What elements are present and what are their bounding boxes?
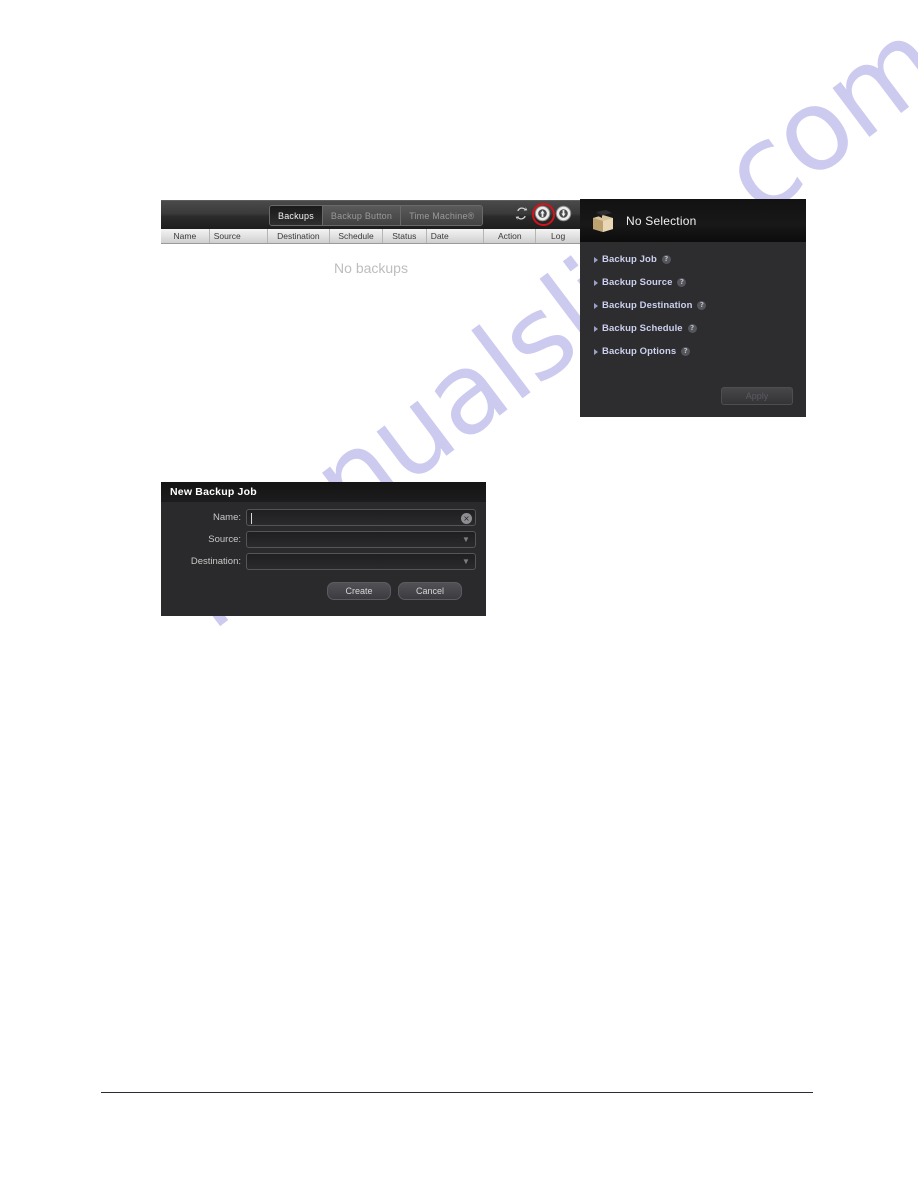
info-panel-body: Backup Job ? Backup Source ? Backup Dest… bbox=[580, 242, 806, 417]
tab-backup-button[interactable]: Backup Button bbox=[322, 206, 402, 225]
text-caret bbox=[251, 513, 252, 524]
info-panel-header: No Selection bbox=[580, 199, 806, 242]
section-label: Backup Source bbox=[602, 277, 673, 288]
column-header-source[interactable]: Source bbox=[210, 229, 268, 243]
help-icon[interactable]: ? bbox=[687, 324, 697, 333]
backup-table-header: Name Source Destination Schedule Status … bbox=[161, 229, 581, 244]
source-select[interactable]: ▼ bbox=[246, 531, 476, 548]
disclosure-triangle-icon[interactable] bbox=[594, 302, 598, 309]
column-header-status[interactable]: Status bbox=[383, 229, 427, 243]
section-backup-source[interactable]: Backup Source ? bbox=[594, 277, 806, 288]
name-field-label: Name: bbox=[213, 512, 241, 523]
section-label: Backup Job bbox=[602, 254, 657, 265]
section-label: Backup Options bbox=[602, 346, 677, 357]
tab-group: Backups Backup Button Time Machine® bbox=[269, 205, 484, 226]
dialog-title-bar: New Backup Job bbox=[161, 482, 486, 502]
new-backup-job-icon[interactable] bbox=[534, 205, 551, 222]
disclosure-triangle-icon[interactable] bbox=[594, 256, 598, 263]
help-icon[interactable]: ? bbox=[681, 347, 691, 356]
field-row-source: Source: ▼ bbox=[161, 531, 476, 548]
source-field-label: Source: bbox=[208, 534, 241, 545]
section-backup-job[interactable]: Backup Job ? bbox=[594, 254, 806, 265]
apply-button[interactable]: Apply bbox=[721, 387, 793, 405]
package-box-icon bbox=[593, 209, 613, 232]
backup-window: Backups Backup Button Time Machine® Name… bbox=[161, 200, 581, 246]
cancel-button[interactable]: Cancel bbox=[398, 582, 462, 600]
help-icon[interactable]: ? bbox=[677, 278, 687, 287]
info-panel-title: No Selection bbox=[626, 213, 697, 228]
dialog-body: Name: × Source: ▼ Destination: ▼ Create … bbox=[161, 502, 486, 600]
help-icon[interactable]: ? bbox=[697, 301, 707, 310]
footer-divider bbox=[101, 1092, 813, 1093]
destination-select[interactable]: ▼ bbox=[246, 553, 476, 570]
refresh-icon-wrap[interactable] bbox=[513, 205, 530, 222]
section-label: Backup Schedule bbox=[602, 323, 683, 334]
section-label: Backup Destination bbox=[602, 300, 693, 311]
tab-time-machine[interactable]: Time Machine® bbox=[401, 206, 483, 225]
restore-icon[interactable] bbox=[555, 205, 572, 222]
backup-table-body: No backups bbox=[161, 246, 581, 316]
section-backup-options[interactable]: Backup Options ? bbox=[594, 346, 806, 357]
restore-icon-wrap[interactable] bbox=[555, 205, 572, 222]
section-backup-schedule[interactable]: Backup Schedule ? bbox=[594, 323, 806, 334]
refresh-icon[interactable] bbox=[513, 205, 530, 222]
disclosure-triangle-icon[interactable] bbox=[594, 279, 598, 286]
new-backup-job-icon-wrap[interactable] bbox=[532, 203, 555, 226]
column-header-log[interactable]: Log bbox=[536, 229, 581, 243]
chevron-down-icon[interactable]: ▼ bbox=[459, 532, 473, 547]
help-icon[interactable]: ? bbox=[661, 255, 671, 264]
field-row-name: Name: × bbox=[161, 509, 476, 526]
column-header-date[interactable]: Date bbox=[427, 229, 485, 243]
disclosure-triangle-icon[interactable] bbox=[594, 348, 598, 355]
clear-icon[interactable]: × bbox=[461, 513, 472, 524]
column-header-action[interactable]: Action bbox=[484, 229, 537, 243]
column-header-destination[interactable]: Destination bbox=[268, 229, 331, 243]
column-header-name[interactable]: Name bbox=[161, 229, 210, 243]
dialog-title: New Backup Job bbox=[170, 486, 257, 498]
new-backup-job-dialog: New Backup Job Name: × Source: ▼ Destina… bbox=[161, 482, 486, 616]
column-header-schedule[interactable]: Schedule bbox=[330, 229, 383, 243]
chevron-down-icon[interactable]: ▼ bbox=[459, 554, 473, 569]
tab-backups[interactable]: Backups bbox=[270, 206, 323, 225]
backup-toolbar: Backups Backup Button Time Machine® bbox=[161, 200, 581, 229]
name-input[interactable]: × bbox=[246, 509, 476, 526]
dialog-button-group: Create Cancel bbox=[161, 575, 476, 600]
destination-field-label: Destination: bbox=[190, 556, 241, 567]
disclosure-triangle-icon[interactable] bbox=[594, 325, 598, 332]
create-button[interactable]: Create bbox=[327, 582, 391, 600]
empty-state-message: No backups bbox=[334, 260, 408, 276]
toolbar-icon-group bbox=[513, 203, 572, 226]
field-row-destination: Destination: ▼ bbox=[161, 553, 476, 570]
info-panel: No Selection Backup Job ? Backup Source … bbox=[580, 199, 806, 417]
section-backup-destination[interactable]: Backup Destination ? bbox=[594, 300, 806, 311]
